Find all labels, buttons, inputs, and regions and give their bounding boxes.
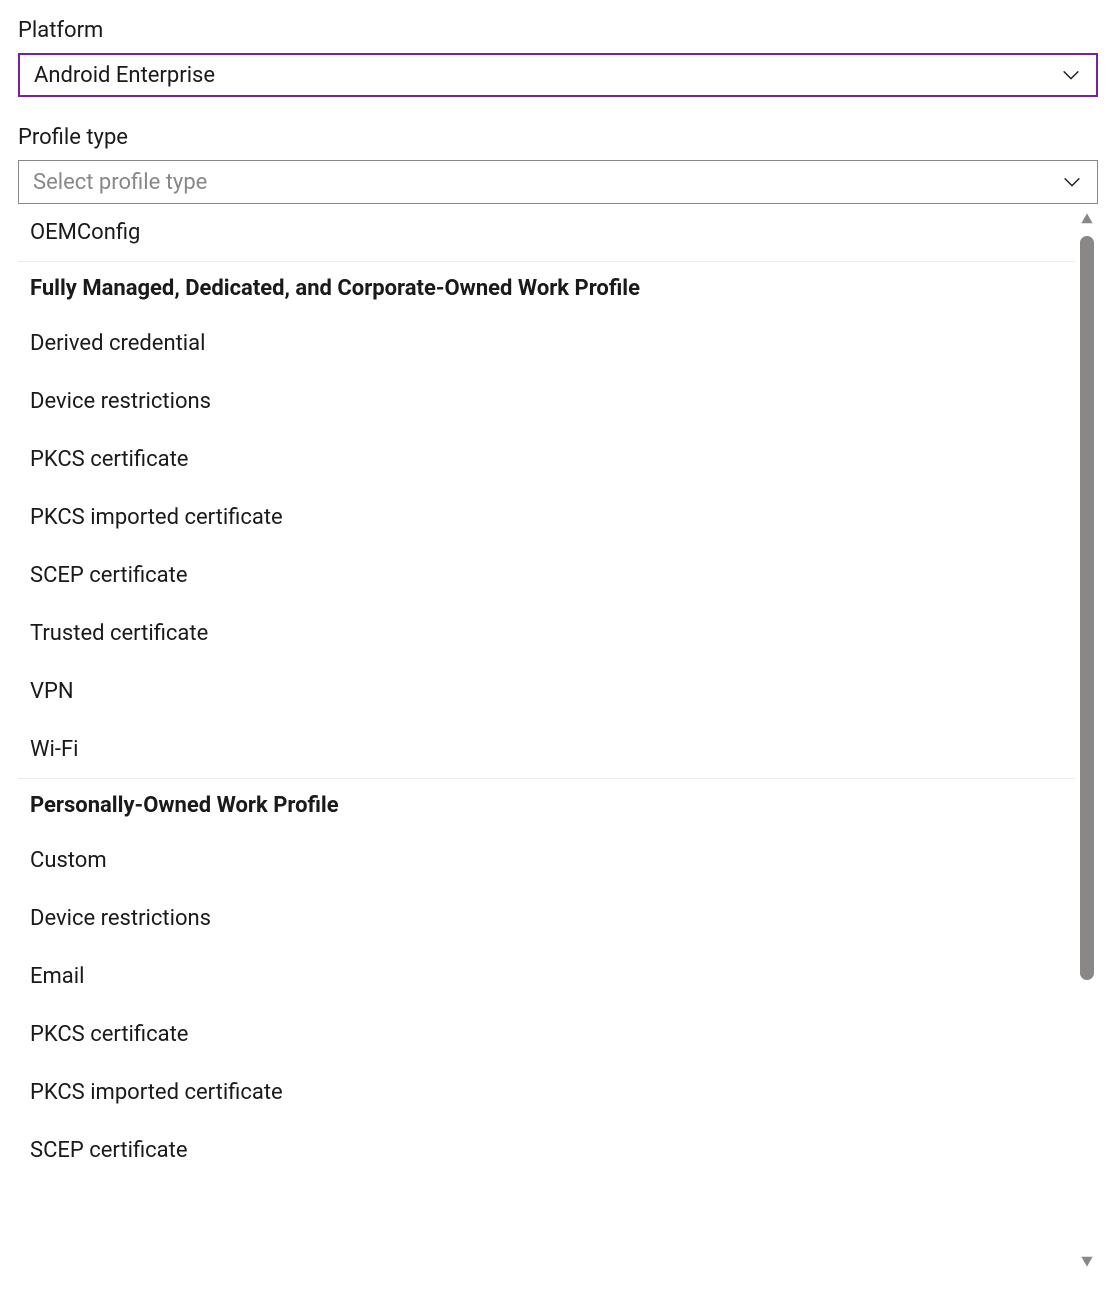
option-scep-certificate-2[interactable]: SCEP certificate: [18, 1122, 1075, 1180]
form-container: Platform Android Enterprise Profile type…: [0, 0, 1116, 1276]
option-pkcs-certificate-2[interactable]: PKCS certificate: [18, 1006, 1075, 1064]
option-email[interactable]: Email: [18, 948, 1075, 1006]
profile-type-options-list: OEMConfig Fully Managed, Dedicated, and …: [18, 204, 1076, 1276]
option-device-restrictions[interactable]: Device restrictions: [18, 373, 1075, 431]
scrollbar-track[interactable]: [1078, 206, 1098, 1274]
platform-label: Platform: [18, 18, 1098, 43]
group-header-personally-owned: Personally-Owned Work Profile: [18, 779, 1075, 832]
option-pkcs-imported-certificate[interactable]: PKCS imported certificate: [18, 489, 1075, 547]
scrollbar-thumb[interactable]: [1080, 236, 1094, 980]
option-oemconfig[interactable]: OEMConfig: [18, 204, 1075, 262]
group-header-fully-managed: Fully Managed, Dedicated, and Corporate-…: [18, 262, 1075, 315]
profile-type-placeholder: Select profile type: [33, 170, 207, 195]
option-scep-certificate[interactable]: SCEP certificate: [18, 547, 1075, 605]
spacer: [18, 97, 1098, 125]
option-device-restrictions-2[interactable]: Device restrictions: [18, 890, 1075, 948]
option-wifi[interactable]: Wi-Fi: [18, 721, 1075, 779]
scrollbar-arrow-down-icon[interactable]: [1080, 1254, 1094, 1268]
profile-type-select[interactable]: Select profile type: [18, 160, 1098, 204]
chevron-down-icon: [1061, 171, 1083, 193]
option-pkcs-imported-certificate-2[interactable]: PKCS imported certificate: [18, 1064, 1075, 1122]
chevron-down-icon: [1060, 64, 1082, 86]
option-vpn[interactable]: VPN: [18, 663, 1075, 721]
profile-type-label: Profile type: [18, 125, 1098, 150]
platform-select-value: Android Enterprise: [34, 63, 215, 88]
profile-type-dropdown-panel: OEMConfig Fully Managed, Dedicated, and …: [18, 204, 1098, 1276]
option-pkcs-certificate[interactable]: PKCS certificate: [18, 431, 1075, 489]
option-trusted-certificate[interactable]: Trusted certificate: [18, 605, 1075, 663]
scrollbar-arrow-up-icon[interactable]: [1080, 212, 1094, 226]
option-derived-credential[interactable]: Derived credential: [18, 315, 1075, 373]
option-custom[interactable]: Custom: [18, 832, 1075, 890]
platform-select[interactable]: Android Enterprise: [18, 53, 1098, 97]
